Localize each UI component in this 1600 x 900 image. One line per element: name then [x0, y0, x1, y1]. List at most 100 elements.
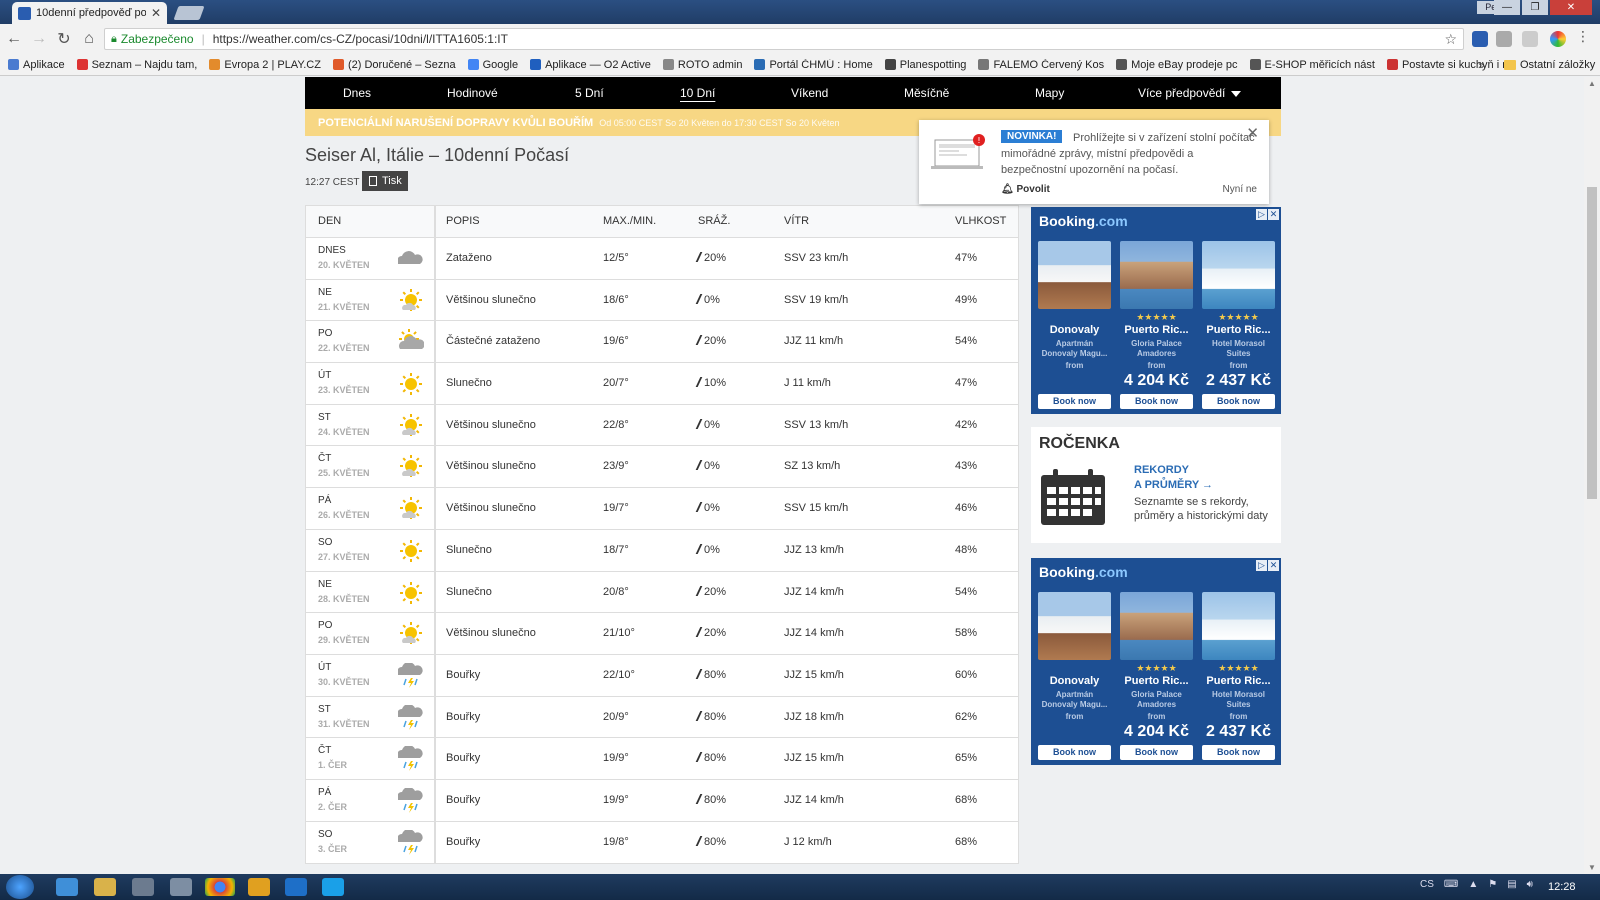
table-row[interactable]: ÚT 23. KVĚTEN Slunečno 20/7° 10% J 11 km/h 47% [306, 363, 1018, 405]
nav-monthly[interactable]: Měsíčně [904, 77, 949, 109]
tab-close-icon[interactable]: ✕ [151, 6, 161, 20]
bookmarks-overflow-icon[interactable]: » [1478, 58, 1485, 72]
bookmark-item[interactable]: E-SHOP měřicích nást [1249, 59, 1375, 71]
start-button[interactable] [6, 875, 34, 899]
booking-ad[interactable]: Booking.com ▷ ✕ Donovaly Apartmán Donovaly M… [1031, 207, 1281, 414]
ad-choices[interactable]: ▷ ✕ [1256, 560, 1279, 571]
hotel-card[interactable]: ★★★★★ Puerto Ric... Hotel Morasol Suites fr… [1202, 592, 1275, 760]
yearbook-widget[interactable]: ROČENKA REKORDY A PRŮMĚRY → Seznamte se … [1031, 427, 1281, 543]
menu-icon[interactable]: ⋮ [1576, 28, 1590, 44]
booking-ad[interactable]: Booking.com ▷ ✕ Donovaly Apartmán Donovaly M… [1031, 558, 1281, 765]
clock[interactable]: 12:28 [1548, 881, 1576, 893]
table-row[interactable]: PO 22. KVĚTEN Částečné zataženo 19/6° 20% JJZ… [306, 321, 1018, 364]
browser-tab[interactable]: 10denní předpověď poč ✕ [12, 2, 167, 24]
chrome-icon[interactable] [205, 878, 235, 896]
book-now-button[interactable]: Book now [1120, 745, 1193, 760]
table-row[interactable]: PÁ 26. KVĚTEN Většinou slunečno 19/7° 0% SSV … [306, 488, 1018, 530]
bookmark-item[interactable]: Seznam – Najdu tam, [76, 59, 197, 71]
bookmark-star-icon[interactable]: ☆ [1444, 31, 1457, 48]
book-now-button[interactable]: Book now [1038, 394, 1111, 409]
bookmark-item[interactable]: Google [467, 59, 518, 71]
print-button[interactable]: Tisk [362, 171, 408, 191]
table-row[interactable]: ST 31. KVĚTEN Bouřky 20/9° 80% JJZ 18 km/h 62% [306, 696, 1018, 739]
nav-maps[interactable]: Mapy [1035, 77, 1064, 109]
book-now-button[interactable]: Book now [1202, 394, 1275, 409]
bookmark-item[interactable]: FALEMO Červený Kos [978, 59, 1104, 71]
home-icon[interactable]: ⌂ [78, 30, 100, 48]
bookmark-item[interactable]: Aplikace — O2 Active [530, 59, 651, 71]
nav-hourly[interactable]: Hodinové [447, 77, 498, 109]
table-row[interactable]: ST 24. KVĚTEN Většinou slunečno 22/8° 0% SSV … [306, 404, 1018, 447]
table-row[interactable]: NE 28. KVĚTEN Slunečno 20/8° 20% JJZ 14 km/h 5… [306, 571, 1018, 614]
bookmark-item[interactable]: Postavte si kuchyň i n [1386, 59, 1508, 71]
reload-icon[interactable]: ↻ [53, 29, 75, 49]
skype-icon[interactable] [322, 878, 344, 896]
window-close-button[interactable]: ✕ [1550, 0, 1592, 15]
minimize-button[interactable]: — [1494, 0, 1520, 15]
table-row[interactable]: PO 29. KVĚTEN Většinou slunečno 21/10° 20% JJ… [306, 613, 1018, 655]
close-icon[interactable]: ✕ [1246, 124, 1259, 142]
scrollbar-thumb[interactable] [1587, 187, 1597, 499]
address-bar[interactable]: 🔒︎ Zabezpečeno | https://weather.com/cs-… [104, 28, 1464, 50]
extension-gray-icon[interactable] [1496, 31, 1512, 47]
bookmark-item[interactable]: ROTO admin [662, 59, 742, 71]
nav-10-days[interactable]: 10 Dní [680, 77, 715, 109]
keyboard-icon[interactable]: ⌨ [1444, 879, 1458, 890]
nav-5-days[interactable]: 5 Dní [575, 77, 604, 109]
book-now-button[interactable]: Book now [1120, 394, 1193, 409]
nav-today[interactable]: Dnes [343, 77, 371, 109]
forward-arrow-icon[interactable]: → [28, 30, 50, 48]
nav-more-forecasts[interactable]: Více předpovědí [1138, 77, 1242, 109]
other-bookmarks[interactable]: Ostatní záložky [1504, 59, 1595, 71]
flag-icon[interactable]: ⚑ [1488, 879, 1497, 890]
table-row[interactable]: PÁ 2. ČER Bouřky 19/9° 80% JJZ 14 km/h 68% [306, 779, 1018, 822]
hotel-card[interactable]: ★★★★★ Puerto Ric... Gloria Palace Amadores… [1120, 592, 1193, 760]
extension-color-icon[interactable] [1550, 31, 1566, 47]
outlook-icon[interactable] [285, 878, 307, 896]
media-icon[interactable] [248, 878, 270, 896]
bookmark-item[interactable]: Evropa 2 | PLAY.CZ [209, 59, 321, 71]
bookmark-item[interactable]: Planespotting [884, 59, 966, 71]
bookmark-item[interactable]: Aplikace [8, 59, 65, 71]
table-row[interactable]: NE 21. KVĚTEN Většinou slunečno 18/6° 0% SSV … [306, 279, 1018, 322]
ad-close-icon[interactable]: ✕ [1268, 560, 1279, 571]
page-scrollbar[interactable]: ▲ ▼ [1584, 77, 1600, 874]
network-icon[interactable]: ▤ [1507, 879, 1516, 890]
not-now-button[interactable]: Nyní ne [1223, 184, 1257, 195]
app-icon[interactable] [132, 878, 154, 896]
language-indicator[interactable]: CS [1420, 879, 1434, 890]
table-row[interactable]: SO 27. KVĚTEN Slunečno 18/7° 0% JJZ 13 km/h 48… [306, 529, 1018, 572]
scroll-up-icon[interactable]: ▲ [1588, 79, 1596, 88]
table-row[interactable]: ČT 1. ČER Bouřky 19/9° 80% JJZ 15 km/h 65% [306, 738, 1018, 780]
allow-button[interactable]: 🔔︎ Povolit [1001, 184, 1050, 195]
ad-choices[interactable]: ▷ ✕ [1256, 209, 1279, 220]
tray-arrow-icon[interactable]: ▲ [1468, 879, 1478, 890]
records-link[interactable]: REKORDY A PRŮMĚRY → [1134, 463, 1213, 493]
bookmark-item[interactable]: (2) Doručené – Sezna [332, 59, 456, 71]
precipitation: 0% [695, 543, 720, 556]
hotel-card[interactable]: ★★★★★ Puerto Ric... Hotel Morasol Suites fr… [1202, 241, 1275, 409]
table-row[interactable]: DNES 20. KVĚTEN Zataženo 12/5° 20% SSV 23 km/… [306, 238, 1018, 280]
nav-weekend[interactable]: Víkend [791, 77, 828, 109]
hotel-card[interactable]: Donovaly Apartmán Donovaly Magu... from Boo… [1038, 592, 1111, 760]
table-row[interactable]: ÚT 30. KVĚTEN Bouřky 22/10° 80% JJZ 15 km/h 60… [306, 654, 1018, 697]
maximize-button[interactable]: ❐ [1522, 0, 1548, 15]
explorer-icon[interactable] [94, 878, 116, 896]
scroll-down-icon[interactable]: ▼ [1588, 863, 1596, 872]
volume-icon[interactable]: 🔊︎ [1527, 879, 1533, 890]
bookmark-item[interactable]: Portál ČHMÚ : Home [754, 59, 873, 71]
bookmark-item[interactable]: Moje eBay prodeje pc [1116, 59, 1238, 71]
app-icon[interactable] [170, 878, 192, 896]
extension-b-icon[interactable] [1472, 31, 1488, 47]
hotel-card[interactable]: ★★★★★ Puerto Ric... Gloria Palace Amadores… [1120, 241, 1193, 409]
ad-close-icon[interactable]: ✕ [1268, 209, 1279, 220]
book-now-button[interactable]: Book now [1202, 745, 1275, 760]
table-row[interactable]: ČT 25. KVĚTEN Většinou slunečno 23/9° 0% SZ 1… [306, 446, 1018, 489]
new-tab-button[interactable] [173, 6, 205, 20]
hotel-card[interactable]: Donovaly Apartmán Donovaly Magu... from Boo… [1038, 241, 1111, 409]
ie-icon[interactable] [56, 878, 78, 896]
book-now-button[interactable]: Book now [1038, 745, 1111, 760]
extension-page-icon[interactable] [1522, 31, 1538, 47]
back-arrow-icon[interactable]: ← [3, 30, 25, 48]
table-row[interactable]: SO 3. ČER Bouřky 19/8° 80% J 12 km/h 68% [306, 821, 1018, 864]
